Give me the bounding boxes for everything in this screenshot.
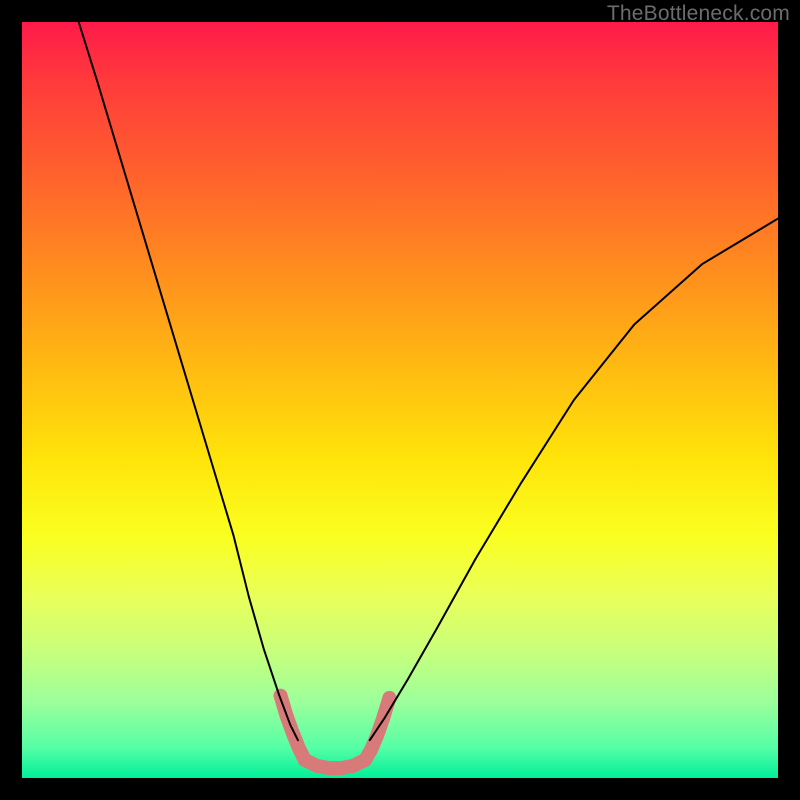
series-curve-left <box>79 22 298 740</box>
curve-layer <box>22 22 778 778</box>
series-highlight-bottom <box>305 760 365 768</box>
plot-area <box>22 22 778 778</box>
chart-frame: TheBottleneck.com <box>0 0 800 800</box>
series-curve-right <box>370 219 778 741</box>
watermark-text: TheBottleneck.com <box>607 2 790 26</box>
